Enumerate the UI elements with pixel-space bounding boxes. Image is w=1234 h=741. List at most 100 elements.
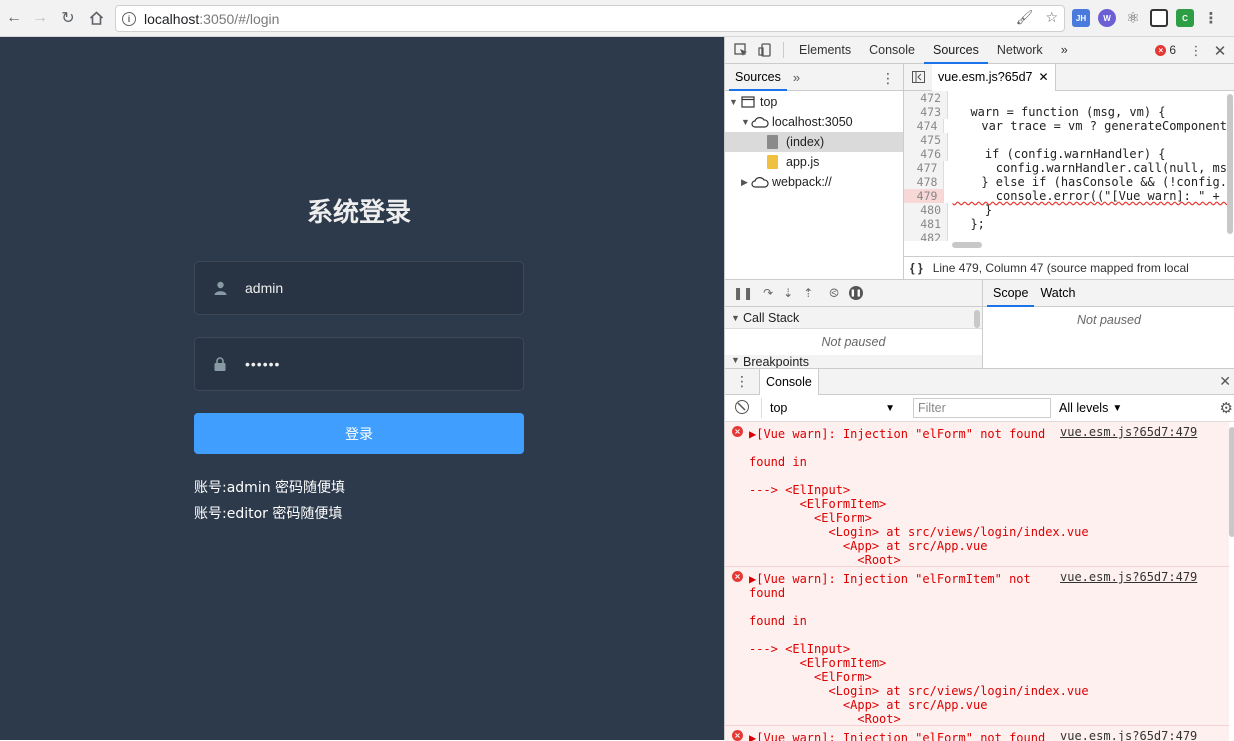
line-number[interactable]: 473 bbox=[904, 105, 948, 119]
pause-on-exceptions-icon[interactable]: ❚❚ bbox=[848, 286, 863, 300]
message-text: <App> at src/App.vue bbox=[749, 539, 988, 553]
back-icon[interactable]: ← bbox=[0, 4, 28, 32]
horizontal-scrollbar[interactable] bbox=[952, 242, 982, 248]
clear-console-icon[interactable] bbox=[735, 400, 749, 414]
tree-item-label: top bbox=[760, 95, 778, 109]
line-number[interactable]: 481 bbox=[904, 217, 948, 231]
line-number[interactable]: 479 bbox=[904, 189, 945, 203]
console-settings-gear-icon[interactable]: ⚙ bbox=[1220, 399, 1233, 417]
code-line: } else if (hasConsole && (!config. bbox=[952, 175, 1227, 189]
line-number[interactable]: 476 bbox=[904, 147, 948, 161]
browser-menu-icon[interactable]: ⋮ bbox=[1202, 9, 1220, 27]
breakpoints-header[interactable]: ▼ Breakpoints bbox=[725, 355, 982, 369]
error-icon: × bbox=[1155, 44, 1167, 56]
code-view[interactable]: 472 473 warn = function (msg, vm) { 474 … bbox=[904, 91, 1227, 241]
navigator-menu-icon[interactable]: ⋮ bbox=[881, 70, 895, 87]
drawer-menu-icon[interactable]: ⋮ bbox=[735, 373, 749, 390]
source-editor: vue.esm.js?65d7 ✕ 472 473 warn = functio… bbox=[904, 63, 1234, 279]
message-source-link[interactable]: vue.esm.js?65d7:479 bbox=[1060, 570, 1197, 584]
close-tab-icon[interactable]: ✕ bbox=[1039, 70, 1049, 84]
navigator-more-icon[interactable]: » bbox=[793, 70, 800, 85]
tab-watch[interactable]: Watch bbox=[1034, 286, 1081, 300]
step-out-icon[interactable]: ⇡ bbox=[803, 286, 813, 300]
console-messages: × vue.esm.js?65d7:479 ▶[Vue warn]: Injec… bbox=[725, 422, 1229, 741]
message-text: <Root> bbox=[749, 553, 901, 567]
extension-qr-icon[interactable] bbox=[1150, 9, 1168, 27]
tab-network[interactable]: Network bbox=[988, 37, 1052, 64]
tree-item-app-js[interactable]: app.js bbox=[725, 152, 903, 172]
close-drawer-icon[interactable]: ✕ bbox=[1219, 373, 1231, 390]
file-tab-vue-esm[interactable]: vue.esm.js?65d7 ✕ bbox=[932, 63, 1056, 91]
line-number[interactable]: 478 bbox=[904, 175, 945, 189]
line-number[interactable]: 480 bbox=[904, 203, 948, 217]
line-number[interactable]: 477 bbox=[904, 161, 945, 175]
message-text: found in bbox=[749, 614, 807, 628]
extension-we-icon[interactable]: W bbox=[1098, 9, 1116, 27]
message-source-link[interactable]: vue.esm.js?65d7:479 bbox=[1060, 729, 1197, 741]
toggle-navigator-icon[interactable] bbox=[904, 71, 932, 83]
expand-triangle-icon[interactable]: ▼ bbox=[729, 97, 739, 107]
tree-item-index[interactable]: (index) bbox=[725, 132, 903, 152]
extension-jh-icon[interactable]: JH bbox=[1072, 9, 1090, 27]
address-bar[interactable]: i localhost:3050/#/login 🖌 ☆ bbox=[115, 5, 1065, 32]
console-scrollbar[interactable] bbox=[1229, 427, 1234, 537]
line-number[interactable]: 475 bbox=[904, 133, 948, 147]
message-text bbox=[725, 469, 1229, 483]
password-field[interactable]: •••••• bbox=[194, 337, 524, 391]
filter-input[interactable]: Filter bbox=[913, 398, 1051, 418]
context-select[interactable]: top ▼ bbox=[761, 398, 901, 418]
bookmark-star-icon[interactable]: ☆ bbox=[1045, 9, 1058, 26]
tab-scope[interactable]: Scope bbox=[987, 280, 1035, 307]
login-button[interactable]: 登录 bbox=[194, 413, 524, 454]
reload-icon[interactable]: ↻ bbox=[54, 4, 82, 32]
message-source-link[interactable]: vue.esm.js?65d7:479 bbox=[1060, 425, 1197, 439]
username-field[interactable]: admin bbox=[194, 261, 524, 315]
expand-triangle-icon[interactable]: ▼ bbox=[741, 117, 751, 127]
navigator-tab-sources[interactable]: Sources bbox=[729, 64, 787, 91]
devtools-menu-icon[interactable]: ⋮ bbox=[1184, 37, 1208, 64]
tab-console[interactable]: Console bbox=[860, 37, 924, 64]
code-line: }; bbox=[956, 217, 985, 231]
pause-icon[interactable]: ❚❚ bbox=[733, 286, 753, 300]
url-host: localhost bbox=[144, 10, 200, 27]
step-into-icon[interactable]: ⇣ bbox=[783, 286, 793, 300]
device-toolbar-icon[interactable] bbox=[753, 37, 777, 64]
line-number[interactable]: 474 bbox=[904, 119, 945, 133]
cursor-position: Line 479, Column 47 (source mapped from … bbox=[932, 261, 1189, 275]
extension-react-icon[interactable]: ⚛ bbox=[1124, 9, 1142, 27]
console-error-message[interactable]: × vue.esm.js?65d7:479 ▶[Vue warn]: Injec… bbox=[725, 422, 1229, 567]
extension-cors-icon[interactable]: C bbox=[1176, 9, 1194, 27]
line-number[interactable]: 472 bbox=[904, 91, 948, 105]
tree-item-top[interactable]: ▼ top bbox=[725, 92, 903, 112]
console-error-message[interactable]: × vue.esm.js?65d7:479 ▶[Vue warn]: Injec… bbox=[725, 567, 1229, 726]
message-text: <ElForm> bbox=[749, 511, 872, 525]
devtools-tabbar: Elements Console Sources Network » × 6 ⋮… bbox=[725, 37, 1234, 64]
expand-triangle-icon[interactable]: ▼ bbox=[731, 313, 741, 323]
close-devtools-icon[interactable]: ✕ bbox=[1208, 37, 1232, 64]
tree-item-webpack[interactable]: ▶ webpack:// bbox=[725, 172, 903, 192]
tab-sources[interactable]: Sources bbox=[923, 37, 988, 64]
deactivate-breakpoints-icon[interactable]: ⧀ bbox=[829, 286, 839, 301]
call-stack-header[interactable]: ▼ Call Stack bbox=[725, 307, 982, 329]
collapsed-triangle-icon[interactable]: ▶ bbox=[741, 177, 751, 188]
step-over-icon[interactable]: ↷ bbox=[763, 286, 773, 300]
home-icon[interactable] bbox=[82, 4, 110, 32]
tree-item-localhost[interactable]: ▼ localhost:3050 bbox=[725, 112, 903, 132]
inspect-element-icon[interactable] bbox=[729, 37, 753, 64]
error-count-badge[interactable]: × 6 bbox=[1155, 43, 1176, 57]
brush-icon[interactable]: 🖌 bbox=[1016, 9, 1034, 26]
line-number[interactable]: 482 bbox=[904, 231, 948, 241]
editor-vertical-scrollbar[interactable] bbox=[1227, 94, 1233, 234]
debugger-scrollbar[interactable] bbox=[974, 310, 980, 328]
expand-triangle-icon[interactable]: ▼ bbox=[731, 355, 741, 365]
site-info-icon[interactable]: i bbox=[122, 11, 136, 26]
forward-icon[interactable]: → bbox=[26, 4, 54, 32]
tree-item-label: app.js bbox=[786, 155, 820, 169]
log-levels-select[interactable]: All levels ▼ bbox=[1059, 398, 1122, 418]
drawer-tab-console[interactable]: Console bbox=[759, 368, 819, 395]
tab-elements[interactable]: Elements bbox=[790, 37, 860, 64]
more-tabs-icon[interactable]: » bbox=[1052, 37, 1077, 64]
console-error-message[interactable]: × vue.esm.js?65d7:479 ▶[Vue warn]: Injec… bbox=[725, 726, 1229, 741]
error-count: 6 bbox=[1169, 43, 1176, 57]
pretty-print-icon[interactable]: { } bbox=[910, 261, 923, 275]
